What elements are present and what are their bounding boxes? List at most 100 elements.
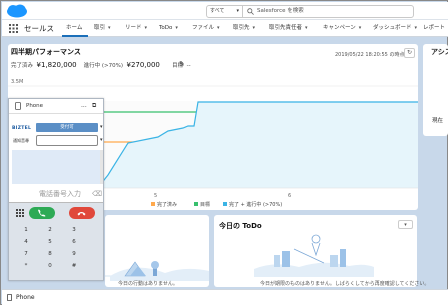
performance-metrics: 完了済み ¥1,820,000 進行中 (>70%) ¥270,000 目標 -…: [11, 61, 191, 69]
nav-tab-8[interactable]: ダッシュボード ▾: [373, 20, 417, 37]
dial-key[interactable]: 2: [43, 227, 57, 233]
nav-tab-1[interactable]: 取引 ▾: [94, 20, 111, 37]
utility-phone-item[interactable]: Phone: [16, 290, 35, 305]
hangup-icon: [77, 212, 86, 216]
biztel-logo: BIZTEL: [12, 126, 32, 131]
refresh-button[interactable]: ↻: [404, 48, 415, 58]
chevron-down-icon[interactable]: ▾: [305, 25, 308, 31]
timestamp: 2019/05/22 18:20:55 の時点: [335, 52, 405, 58]
assistant-title: アシス: [431, 48, 448, 56]
assistant-panel: アシス 現在: [423, 44, 448, 136]
phone-icon: [15, 102, 21, 110]
nav-tab-label: ファイル: [192, 25, 215, 31]
app-launcher-icon[interactable]: [9, 24, 18, 33]
dial-key[interactable]: 7: [19, 251, 33, 257]
dial-number-input[interactable]: 電話番号入力 ⌫: [9, 186, 103, 203]
salesforce-logo[interactable]: [6, 4, 28, 18]
chevron-down-icon[interactable]: ▾: [415, 25, 418, 31]
dial-key[interactable]: 0: [43, 263, 57, 269]
utility-bar: Phone: [2, 289, 448, 305]
nav-tab-2[interactable]: リード ▾: [125, 20, 147, 37]
dial-placeholder: 電話番号入力: [39, 190, 81, 198]
nav-tab-5[interactable]: 取引先 ▾: [233, 20, 255, 37]
search-scope-select[interactable]: すべて ▾: [207, 6, 243, 17]
notify-select[interactable]: [36, 135, 98, 146]
nav-bar: セールス ホーム 取引 ▾ リード ▾ ToDo ▾ ファイル ▾ 取引先 ▾ 取引先責任者 ▾ キャンペ…: [2, 20, 448, 37]
app-name: セールス: [24, 24, 54, 33]
nav-tab-label: ホーム: [66, 25, 83, 31]
scrollbar[interactable]: [100, 150, 103, 184]
chevron-down-icon[interactable]: ▾: [145, 25, 148, 31]
status-select[interactable]: 受付可: [36, 123, 98, 132]
dialpad: 電話番号入力 ⌫ 1 2 3 4 5 6 7 8 9 * 0 #: [9, 186, 103, 280]
phone-widget: Phone ... ⧉ BIZTEL 受付可 ▾ 通知音尋 ▾ 電話番号入力 ⌫: [8, 98, 104, 281]
legend-total: 完了 + 進行中 (>70%): [229, 201, 282, 208]
nav-tab-9[interactable]: レポート: [423, 20, 445, 37]
dial-key[interactable]: 5: [43, 239, 57, 245]
dial-key[interactable]: #: [67, 263, 81, 269]
nav-tab-label: 取引先: [233, 25, 250, 31]
global-header: すべて ▾ Salesforce を検索: [2, 2, 448, 20]
popout-icon[interactable]: ⧉: [92, 102, 96, 110]
notify-label: 通知音尋: [13, 138, 29, 143]
keypad-icon[interactable]: [16, 209, 24, 217]
todo-menu-button[interactable]: ▾: [398, 220, 413, 229]
nav-tab-3[interactable]: ToDo ▾: [159, 20, 178, 37]
todo-illustration: [254, 234, 374, 277]
call-log-area: [12, 150, 100, 184]
search-icon: [247, 8, 254, 15]
nav-tab-label: 取引先責任者: [269, 25, 303, 31]
events-empty-text: 今日の行動はありません。: [118, 281, 178, 287]
call-button[interactable]: [29, 207, 55, 219]
legend-swatch-total: [223, 202, 227, 206]
x-tick-label: 6: [288, 193, 291, 199]
phone-icon: [7, 294, 12, 301]
search-input[interactable]: Salesforce を検索: [257, 6, 304, 17]
chevron-down-icon[interactable]: ▾: [108, 25, 111, 31]
backspace-icon[interactable]: ⌫: [92, 186, 102, 203]
more-options-button[interactable]: ...: [81, 99, 87, 112]
dial-key[interactable]: 4: [19, 239, 33, 245]
phone-call-icon: [38, 209, 46, 217]
chevron-down-icon[interactable]: ▾: [175, 25, 178, 31]
dial-key[interactable]: 9: [67, 251, 81, 257]
nav-tab-label: ToDo: [159, 25, 173, 31]
chevron-down-icon: ▾: [100, 124, 103, 130]
dial-key[interactable]: 8: [43, 251, 57, 257]
nav-tab-0[interactable]: ホーム: [62, 20, 89, 37]
edit-goal-icon[interactable]: ✎: [179, 60, 185, 68]
search-scope-label: すべて: [210, 8, 225, 14]
nav-tab-6[interactable]: 取引先責任者 ▾: [269, 20, 308, 37]
legend-swatch-goal: [194, 202, 198, 206]
global-search[interactable]: すべて ▾ Salesforce を検索: [206, 5, 414, 18]
dial-key[interactable]: *: [19, 263, 33, 269]
dial-key[interactable]: 3: [67, 227, 81, 233]
assistant-subtitle: 現在: [432, 118, 444, 124]
events-card: 今日の行動はありません。: [105, 215, 209, 287]
phone-title: Phone: [26, 103, 44, 109]
legend-closed: 完了済み: [157, 201, 177, 208]
app-window: すべて ▾ Salesforce を検索 セールス ホーム 取引 ▾ リード ▾ ToDo…: [0, 0, 448, 305]
legend-goal: 目標: [200, 201, 210, 208]
nav-tab-label: 取引: [94, 25, 106, 31]
hangup-button[interactable]: [69, 207, 95, 219]
nav-tab-label: キャンペーン: [323, 25, 356, 31]
chevron-down-icon[interactable]: ▾: [359, 25, 362, 31]
chevron-down-icon[interactable]: ▾: [253, 25, 256, 31]
closed-value: ¥1,820,000: [36, 61, 77, 69]
nav-tab-7[interactable]: キャンペーン ▾: [323, 20, 361, 37]
chevron-down-icon: ▾: [236, 8, 239, 14]
goal-value: --: [186, 63, 191, 69]
card-title: 四半期パフォーマンス: [11, 48, 81, 56]
phone-header: Phone ... ⧉: [9, 99, 103, 114]
open-value: ¥270,000: [126, 61, 160, 69]
chevron-down-icon: ▾: [404, 222, 407, 228]
nav-tab-4[interactable]: ファイル ▾: [192, 20, 220, 37]
dial-key[interactable]: 1: [19, 227, 33, 233]
events-illustration: [105, 261, 209, 281]
todo-empty-text: 今日が期限のものはありません。しばらくしてから再度確認してください。: [260, 281, 430, 287]
chevron-down-icon: ▾: [100, 137, 103, 143]
chevron-down-icon[interactable]: ▾: [217, 25, 220, 31]
dial-key[interactable]: 6: [67, 239, 81, 245]
legend-swatch-closed: [151, 202, 155, 206]
